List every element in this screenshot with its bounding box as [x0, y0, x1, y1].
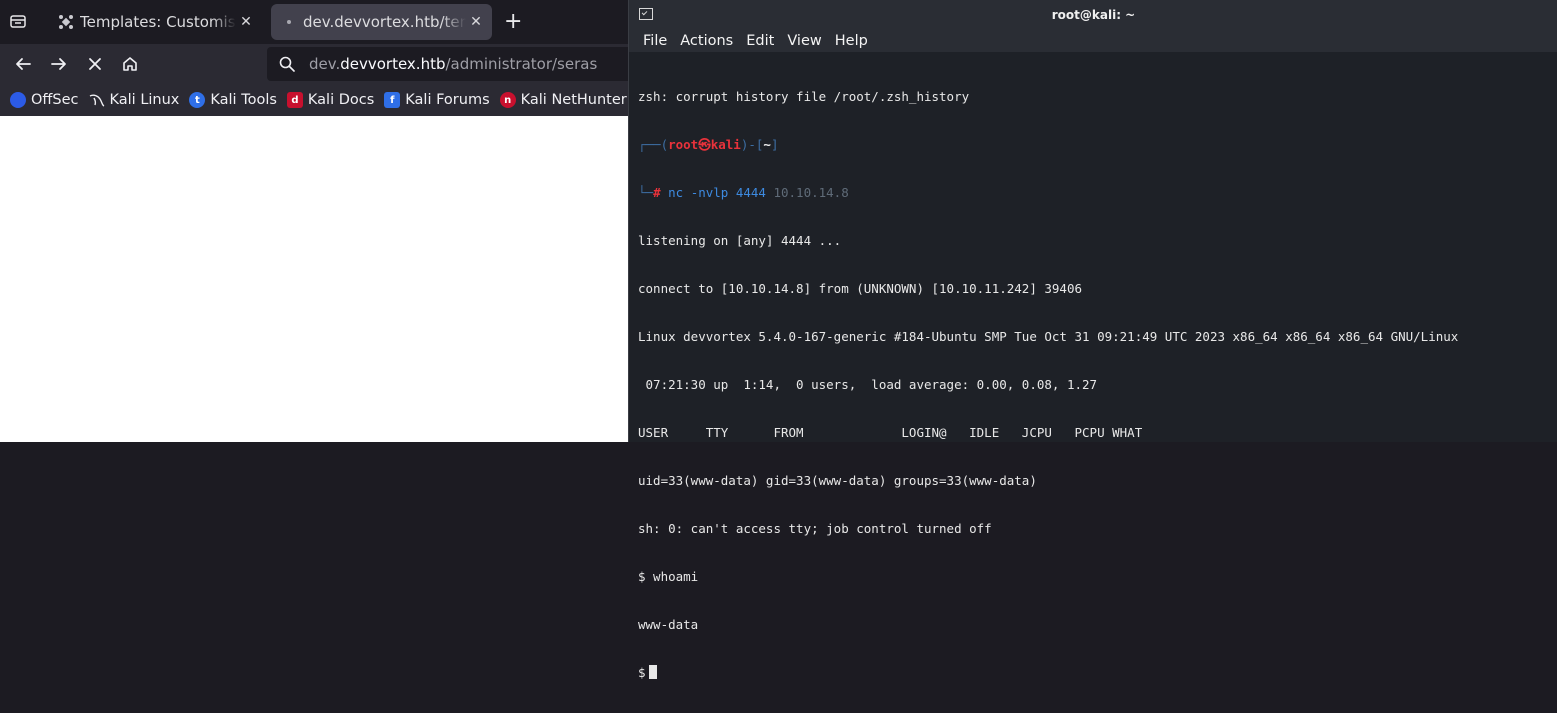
kali-docs-icon: d	[286, 92, 303, 108]
stop-loading-icon[interactable]	[83, 52, 107, 76]
terminal-line: zsh: corrupt history file /root/.zsh_his…	[638, 89, 970, 104]
offsec-icon	[10, 92, 26, 108]
active-prompt-line: $	[638, 665, 1548, 681]
prompt-dollar: $	[638, 665, 646, 680]
bookmark-offsec[interactable]: OffSec	[10, 92, 79, 108]
terminal-title: root@kali: ~	[1051, 8, 1136, 22]
bookmark-kali-docs[interactable]: d Kali Docs	[286, 92, 375, 108]
terminal-line: $ whoami	[638, 569, 699, 584]
bookmarks-toolbar: OffSec Kali Linux t Kali Tools d Kali Do…	[0, 84, 628, 116]
url-prefix: dev.	[309, 55, 341, 73]
url-text: dev.devvortex.htb/administrator/seras	[309, 55, 597, 73]
menu-file[interactable]: File	[643, 33, 667, 49]
terminal-titlebar[interactable]: root@kali: ~	[629, 0, 1557, 30]
tab-bar: Templates: Customise (Cassiopeia) ✕ dev.…	[0, 0, 628, 44]
tab-title: dev.devvortex.htb/templates	[303, 13, 466, 31]
prompt-frame: └─	[638, 185, 654, 200]
close-icon[interactable]: ✕	[236, 14, 256, 30]
search-icon	[279, 56, 297, 72]
loading-dot-icon	[281, 14, 297, 30]
prompt-frame: )-[	[740, 137, 764, 152]
text-cursor	[648, 665, 657, 679]
bookmark-kali-forums[interactable]: f Kali Forums	[384, 92, 490, 108]
terminal-menubar: File Actions Edit View Help	[629, 30, 1557, 52]
terminal-output[interactable]: zsh: corrupt history file /root/.zsh_his…	[638, 57, 1548, 713]
bookmark-label: Kali Forums	[405, 92, 490, 108]
terminal-line: USER TTY FROM LOGIN@ IDLE JCPU PCPU WHAT	[638, 425, 1143, 440]
bookmark-kali-nethunter[interactable]: n Kali NetHunter	[499, 92, 627, 108]
bookmark-label: Kali Tools	[210, 92, 277, 108]
menu-actions[interactable]: Actions	[680, 33, 733, 49]
command-line: └─# nc -nvlp 4444 10.10.14.8	[638, 185, 1548, 201]
browser-window: Templates: Customise (Cassiopeia) ✕ dev.…	[0, 0, 628, 442]
url-host: devvortex.htb	[340, 55, 446, 73]
firefox-view-icon[interactable]	[9, 12, 27, 34]
menu-help[interactable]: Help	[835, 33, 868, 49]
bookmark-kali-linux[interactable]: Kali Linux	[89, 92, 180, 108]
terminal-line: uid=33(www-data) gid=33(www-data) groups…	[638, 473, 1037, 488]
tab-templates[interactable]: Templates: Customise (Cassiopeia) ✕	[48, 4, 262, 40]
bookmark-label: Kali Linux	[109, 92, 180, 108]
terminal-line: Linux devvortex 5.4.0-167-generic #184-U…	[638, 329, 1459, 344]
prompt-user: root㉿kali	[668, 137, 741, 152]
bookmark-label: OffSec	[31, 92, 79, 108]
navigation-bar: dev.devvortex.htb/administrator/seras	[0, 44, 628, 84]
nethunter-icon: n	[499, 92, 516, 108]
prompt-frame: ]	[770, 137, 779, 152]
prompt-frame: ┌──(	[638, 137, 669, 152]
back-icon[interactable]	[11, 52, 35, 76]
menu-edit[interactable]: Edit	[746, 33, 774, 49]
bookmark-label: Kali Docs	[307, 92, 375, 108]
terminal-line: sh: 0: can't access tty; job control tur…	[638, 521, 992, 536]
new-tab-icon[interactable]: +	[504, 9, 522, 34]
autosuggest-text: 10.10.14.8	[765, 185, 857, 200]
terminal-line: listening on [any] 4444 ...	[638, 233, 842, 248]
page-content	[0, 116, 628, 442]
url-bar[interactable]: dev.devvortex.htb/administrator/seras	[267, 47, 628, 81]
kali-tools-icon: t	[189, 92, 206, 108]
joomla-icon	[58, 14, 74, 30]
prompt-hash: #	[653, 185, 661, 200]
kali-dragon-icon	[89, 92, 105, 108]
shell-prompt-line: ┌──(root㉿kali)-[~]	[638, 137, 1548, 153]
terminal-line: 07:21:30 up 1:14, 0 users, load average:…	[638, 377, 1098, 392]
terminal-window: root@kali: ~ File Actions Edit View Help…	[628, 0, 1557, 680]
tab-title: Templates: Customise (Cassiopeia)	[80, 13, 236, 31]
close-icon[interactable]: ✕	[466, 14, 486, 30]
url-path: /administrator/seras	[445, 55, 598, 73]
kali-forums-icon: f	[384, 92, 401, 108]
bookmark-label: Kali NetHunter	[520, 92, 627, 108]
menu-view[interactable]: View	[787, 33, 821, 49]
forward-icon[interactable]	[47, 52, 71, 76]
tab-dev-devvortex[interactable]: dev.devvortex.htb/templates ✕	[271, 4, 492, 40]
home-icon[interactable]	[118, 52, 142, 76]
terminal-line: www-data	[638, 617, 699, 632]
command-text: nc -nvlp 4444	[660, 185, 766, 200]
prompt-dir: ~	[763, 137, 771, 152]
bookmark-kali-tools[interactable]: t Kali Tools	[189, 92, 277, 108]
terminal-line: connect to [10.10.14.8] from (UNKNOWN) […	[638, 281, 1083, 296]
